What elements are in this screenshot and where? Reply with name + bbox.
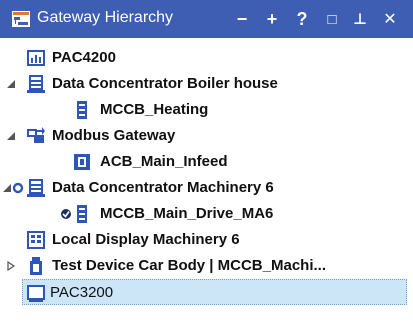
- title-bar: Gateway Hierarchy − + ? □ ⊥ ✕: [0, 0, 413, 38]
- tree-node-label: Data Concentrator Machinery 6: [52, 179, 274, 196]
- data-concentrator-icon: [27, 179, 45, 197]
- add-button[interactable]: +: [262, 8, 282, 30]
- tree-node-label: Test Device Car Body | MCCB_Machi...: [52, 257, 326, 274]
- pin-button[interactable]: ⊥: [350, 8, 370, 30]
- tree-node-label: Modbus Gateway: [52, 127, 176, 144]
- close-button[interactable]: ✕: [380, 8, 400, 30]
- tree-node-local-display-machinery6[interactable]: Local Display Machinery 6: [0, 227, 413, 253]
- status-check-icon: [61, 209, 71, 219]
- connection-status-icon: [12, 182, 24, 194]
- tree-node-label: ACB_Main_Infeed: [100, 153, 228, 170]
- collapsed-arrow-icon[interactable]: [6, 261, 16, 271]
- local-display-icon: [27, 231, 45, 249]
- expanded-arrow-icon[interactable]: [6, 131, 16, 141]
- panel-title: Gateway Hierarchy: [37, 9, 174, 26]
- tree-node-label: Local Display Machinery 6: [52, 231, 240, 248]
- tree-node-modbus-gateway[interactable]: Modbus Gateway: [0, 123, 413, 149]
- modbus-gateway-icon: [27, 127, 45, 143]
- tree-node-mccb-heating[interactable]: MCCB_Heating: [0, 97, 413, 123]
- tree-node-label: PAC4200: [52, 49, 116, 66]
- tree-node-test-device-car-body[interactable]: Test Device Car Body | MCCB_Machi...: [0, 253, 413, 279]
- tree-node-data-concentrator-machinery6[interactable]: Data Concentrator Machinery 6: [0, 175, 413, 201]
- expanded-arrow-icon[interactable]: [6, 79, 16, 89]
- minimize-button[interactable]: −: [232, 8, 252, 30]
- tree-node-data-concentrator-boiler[interactable]: Data Concentrator Boiler house: [0, 71, 413, 97]
- data-concentrator-icon: [27, 75, 45, 93]
- hierarchy-icon: [12, 11, 30, 27]
- tree-node-label: MCCB_Heating: [100, 101, 209, 118]
- tree-node-acb-main-infeed[interactable]: ACB_Main_Infeed: [0, 149, 413, 175]
- monitor-device-icon: [27, 285, 45, 302]
- tree-node-pac3200[interactable]: PAC3200: [22, 279, 407, 305]
- tree-node-pac4200[interactable]: PAC4200: [0, 45, 413, 71]
- mccb-breaker-icon: [77, 205, 87, 223]
- tree-node-label: PAC3200: [50, 284, 114, 301]
- mccb-breaker-icon: [77, 101, 87, 119]
- tree-node-label: Data Concentrator Boiler house: [52, 75, 278, 92]
- acb-breaker-icon: [74, 154, 90, 170]
- help-button[interactable]: ?: [292, 8, 312, 30]
- gateway-hierarchy-panel: Gateway Hierarchy − + ? □ ⊥ ✕ PAC4200 Da…: [0, 0, 413, 336]
- test-device-icon: [30, 257, 42, 275]
- tree-node-label: MCCB_Main_Drive_MA6: [100, 205, 274, 222]
- tree-node-mccb-main-drive-ma6[interactable]: MCCB_Main_Drive_MA6: [0, 201, 413, 227]
- power-meter-icon: [27, 50, 45, 66]
- maximize-button[interactable]: □: [322, 8, 342, 30]
- expanded-arrow-icon[interactable]: [2, 183, 12, 193]
